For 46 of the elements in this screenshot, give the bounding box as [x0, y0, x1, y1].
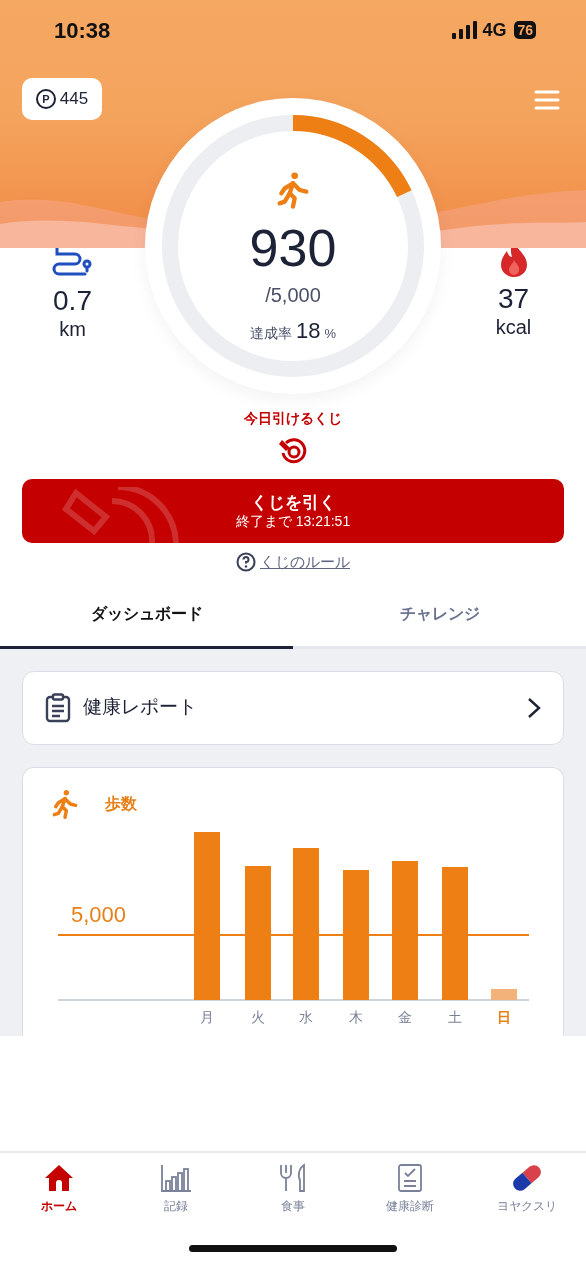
bar-chart-icon — [159, 1163, 192, 1193]
distance-unit: km — [59, 316, 86, 341]
nav-item[interactable]: 記録 — [117, 1163, 235, 1221]
achievement-label: 達成率 — [249, 324, 292, 343]
chevron-right-icon — [527, 696, 541, 719]
day-label: 木 — [349, 1008, 363, 1025]
network-type: 4G — [482, 18, 507, 42]
battery-level: 76 — [514, 21, 536, 39]
step-count: 930 — [249, 222, 337, 274]
achievement-unit: % — [324, 325, 336, 343]
menu-icon[interactable] — [534, 90, 560, 110]
lottery-icon — [278, 437, 308, 465]
fork-knife-icon — [278, 1163, 308, 1193]
health-report-card[interactable]: 健康レポート — [22, 670, 564, 745]
achievement-value: 18 — [295, 317, 321, 345]
points-value: 445 — [59, 88, 89, 111]
day-label: 水 — [299, 1008, 313, 1025]
calories-unit: kcal — [495, 314, 532, 339]
clipboard-check-icon — [397, 1163, 424, 1193]
distance-value: 0.7 — [53, 286, 92, 317]
rules-link[interactable]: くじのルール — [260, 551, 350, 574]
goal-label: 5,000 — [71, 901, 127, 927]
chart-title: 歩数 — [105, 793, 137, 814]
nav-item[interactable]: 健康診断 — [351, 1163, 469, 1221]
help-icon — [236, 552, 256, 573]
tab[interactable]: チャレンジ — [293, 581, 586, 649]
points-badge[interactable]: P 445 — [22, 78, 102, 120]
status-time: 10:38 — [54, 16, 111, 45]
nav-item[interactable]: ヨヤクスリ — [468, 1163, 586, 1221]
calories-value: 37 — [497, 284, 530, 315]
day-label: 金 — [398, 1008, 412, 1025]
draw-lottery-button[interactable]: くじを引く 終了まで 13:21:51 — [22, 479, 564, 543]
day-label: 月 — [200, 1008, 214, 1025]
lottery-title: 今日引けるくじ — [244, 409, 342, 428]
day-label: 火 — [251, 1008, 265, 1025]
signal-icon — [452, 21, 479, 39]
nav-item[interactable]: ホーム — [0, 1163, 118, 1221]
pill-icon — [511, 1163, 544, 1193]
points-symbol: P — [35, 89, 56, 109]
step-goal: /5,000 — [265, 283, 321, 308]
nav-item[interactable]: 食事 — [234, 1163, 352, 1221]
report-label: 健康レポート — [83, 695, 198, 720]
day-label: 土 — [448, 1008, 462, 1025]
ticket-decoration-icon — [62, 487, 182, 543]
clipboard-icon — [45, 692, 71, 723]
day-label: 日 — [497, 1008, 511, 1025]
